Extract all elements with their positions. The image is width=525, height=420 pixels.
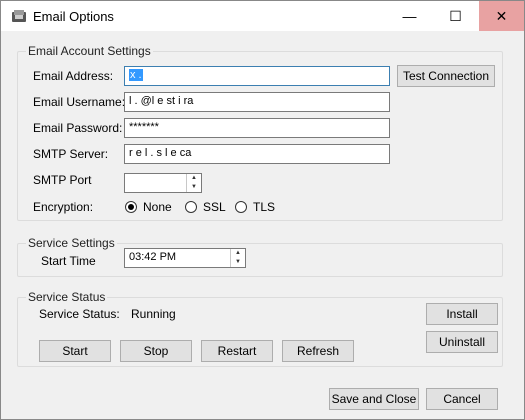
stop-button[interactable]: Stop [120, 340, 192, 362]
close-icon: ✕ [495, 8, 508, 24]
spin-up-icon[interactable]: ▲ [231, 249, 245, 258]
encryption-option-none[interactable]: None [125, 199, 172, 215]
service-status-value: Running [131, 307, 176, 321]
smtp-server-label: SMTP Server: [33, 147, 109, 161]
window-title: Email Options [33, 9, 114, 24]
email-password-label: Email Password: [33, 121, 123, 135]
maximize-icon: ☐ [449, 8, 462, 24]
app-icon [12, 10, 26, 22]
email-address-label: Email Address: [33, 69, 114, 83]
save-and-close-button[interactable]: Save and Close [329, 388, 419, 410]
email-address-value: x . [129, 69, 143, 81]
start-time-picker[interactable]: 03:42 PM ▲ ▼ [124, 248, 246, 268]
service-status-label: Service Status: [39, 307, 120, 321]
refresh-button[interactable]: Refresh [282, 340, 354, 362]
spin-down-icon[interactable]: ▼ [187, 183, 201, 192]
email-options-window: Email Options — ☐ ✕ Email Account Settin… [0, 0, 525, 420]
encryption-option-ssl[interactable]: SSL [185, 199, 226, 215]
email-account-group-title: Email Account Settings [26, 44, 153, 58]
service-settings-group-title: Service Settings [26, 236, 117, 250]
install-button[interactable]: Install [426, 303, 498, 325]
restart-button[interactable]: Restart [201, 340, 273, 362]
radio-unchecked-icon [235, 201, 247, 213]
uninstall-button[interactable]: Uninstall [426, 331, 498, 353]
radio-checked-icon [125, 201, 137, 213]
start-time-label: Start Time [41, 254, 96, 268]
start-time-spin-buttons[interactable]: ▲ ▼ [230, 249, 245, 267]
email-password-field[interactable]: ******* [124, 118, 390, 138]
minimize-icon: — [402, 8, 417, 24]
start-button[interactable]: Start [39, 340, 111, 362]
test-connection-button[interactable]: Test Connection [397, 65, 495, 87]
cancel-button[interactable]: Cancel [426, 388, 498, 410]
smtp-server-field[interactable]: r e l . s l e ca [124, 144, 390, 164]
close-button[interactable]: ✕ [479, 1, 524, 31]
service-status-group-title: Service Status [26, 290, 108, 304]
email-username-field[interactable]: l . @l e st i ra [124, 92, 390, 112]
start-time-value: 03:42 PM [129, 251, 177, 263]
smtp-port-spin-buttons[interactable]: ▲ ▼ [186, 174, 201, 192]
smtp-port-label: SMTP Port [33, 173, 92, 187]
spin-up-icon[interactable]: ▲ [187, 174, 201, 183]
minimize-button[interactable]: — [387, 1, 432, 31]
encryption-option-label: None [143, 200, 172, 214]
email-username-label: Email Username: [33, 95, 126, 109]
encryption-option-label: SSL [203, 200, 226, 214]
encryption-option-label: TLS [253, 200, 276, 214]
encryption-label: Encryption: [33, 200, 94, 214]
smtp-port-stepper[interactable]: ▲ ▼ [124, 173, 202, 193]
maximize-button[interactable]: ☐ [433, 1, 478, 31]
email-address-field[interactable]: x . [124, 66, 390, 86]
encryption-option-tls[interactable]: TLS [235, 199, 275, 215]
spin-down-icon[interactable]: ▼ [231, 258, 245, 267]
radio-unchecked-icon [185, 201, 197, 213]
title-bar[interactable]: Email Options — ☐ ✕ [1, 1, 524, 31]
